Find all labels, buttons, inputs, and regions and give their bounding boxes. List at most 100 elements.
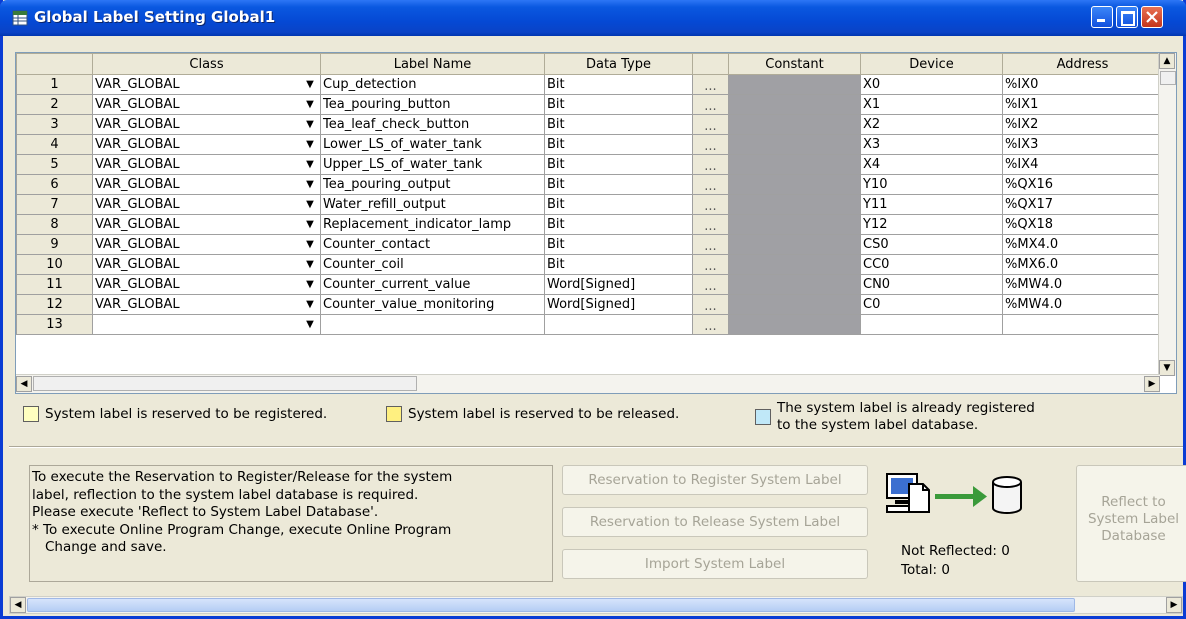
table-row[interactable]: 12 VAR_GLOBAL ▼ Counter_value_monitoring Wor… (16, 294, 1163, 315)
data-type-cell[interactable]: Bit (544, 174, 693, 195)
constant-cell[interactable] (728, 194, 861, 215)
label-name-cell[interactable]: Lower_LS_of_water_tank (320, 134, 545, 155)
data-type-select-button[interactable]: ... (692, 194, 729, 215)
constant-cell[interactable] (728, 314, 861, 335)
minimize-button[interactable] (1091, 6, 1113, 28)
data-type-cell[interactable]: Bit (544, 74, 693, 95)
data-type-cell[interactable]: Word[Signed] (544, 294, 693, 315)
device-cell[interactable]: Y11 (860, 194, 1003, 215)
import-system-label-button[interactable]: Import System Label (562, 549, 868, 579)
reflect-to-database-button[interactable]: Reflect to System Label Database (1076, 465, 1186, 582)
class-cell[interactable]: VAR_GLOBAL ▼ (92, 94, 321, 115)
grid-horizontal-scrollbar[interactable]: ◀ ▶ (16, 374, 1160, 393)
dropdown-arrow-icon[interactable]: ▼ (302, 296, 318, 313)
constant-cell[interactable] (728, 234, 861, 255)
table-row[interactable]: 4 VAR_GLOBAL ▼ Lower_LS_of_water_tank Bit...… (16, 134, 1163, 155)
data-type-cell[interactable]: Bit (544, 234, 693, 255)
table-row[interactable]: 7 VAR_GLOBAL ▼ Water_refill_output Bit... Y11… (16, 194, 1163, 215)
column-header-class[interactable]: Class (92, 53, 321, 75)
table-row[interactable]: 6 VAR_GLOBAL ▼ Tea_pouring_output Bit... Y10%… (16, 174, 1163, 195)
data-type-cell[interactable] (544, 314, 693, 335)
dropdown-arrow-icon[interactable]: ▼ (302, 256, 318, 273)
grid-scroll-thumb[interactable] (33, 376, 417, 391)
class-cell[interactable]: VAR_GLOBAL ▼ (92, 134, 321, 155)
constant-cell[interactable] (728, 294, 861, 315)
device-cell[interactable] (860, 314, 1003, 335)
data-type-cell[interactable]: Bit (544, 154, 693, 175)
class-cell[interactable]: VAR_GLOBAL ▼ (92, 254, 321, 275)
label-name-cell[interactable] (320, 314, 545, 335)
class-cell[interactable]: VAR_GLOBAL ▼ (92, 114, 321, 135)
title-bar[interactable]: Global Label Setting Global1 (0, 0, 1186, 36)
data-type-cell[interactable]: Bit (544, 214, 693, 235)
constant-cell[interactable] (728, 274, 861, 295)
constant-cell[interactable] (728, 254, 861, 275)
address-cell[interactable]: %QX16 (1002, 174, 1163, 195)
data-type-select-button[interactable]: ... (692, 274, 729, 295)
table-row[interactable]: 3 VAR_GLOBAL ▼ Tea_leaf_check_button Bit... X… (16, 114, 1163, 135)
data-type-select-button[interactable]: ... (692, 134, 729, 155)
class-cell[interactable]: VAR_GLOBAL ▼ (92, 174, 321, 195)
column-header-data-type[interactable]: Data Type (544, 53, 693, 75)
label-name-cell[interactable]: Tea_pouring_button (320, 94, 545, 115)
reserve-register-button[interactable]: Reservation to Register System Label (562, 465, 868, 495)
address-cell[interactable]: %MX4.0 (1002, 234, 1163, 255)
dropdown-arrow-icon[interactable]: ▼ (302, 236, 318, 253)
dropdown-arrow-icon[interactable]: ▼ (302, 176, 318, 193)
device-cell[interactable]: Y10 (860, 174, 1003, 195)
address-cell[interactable] (1002, 314, 1163, 335)
table-row[interactable]: 10 VAR_GLOBAL ▼ Counter_coil Bit... CC0 %MX6.0 (16, 254, 1163, 275)
label-name-cell[interactable]: Counter_value_monitoring (320, 294, 545, 315)
data-type-select-button[interactable]: ... (692, 74, 729, 95)
table-row[interactable]: 11 VAR_GLOBAL ▼ Counter_current_value Word[S… (16, 274, 1163, 295)
window-scroll-left-icon[interactable]: ◀ (10, 597, 26, 613)
class-cell[interactable]: VAR_GLOBAL ▼ (92, 234, 321, 255)
column-header-address[interactable]: Address (1002, 53, 1163, 75)
class-cell[interactable]: VAR_GLOBAL ▼ (92, 194, 321, 215)
table-row[interactable]: 2 VAR_GLOBAL ▼ Tea_pouring_button Bit... X1 %I… (16, 94, 1163, 115)
address-cell[interactable]: %MX6.0 (1002, 254, 1163, 275)
data-type-select-button[interactable]: ... (692, 294, 729, 315)
constant-cell[interactable] (728, 74, 861, 95)
scroll-down-icon[interactable]: ▼ (1159, 360, 1175, 376)
data-type-cell[interactable]: Bit (544, 254, 693, 275)
dropdown-arrow-icon[interactable]: ▼ (302, 196, 318, 213)
address-cell[interactable]: %IX1 (1002, 94, 1163, 115)
table-row[interactable]: 8 VAR_GLOBAL ▼ Replacement_indicator_lamp Bi… (16, 214, 1163, 235)
address-cell[interactable]: %QX18 (1002, 214, 1163, 235)
dropdown-arrow-icon[interactable]: ▼ (302, 136, 318, 153)
data-type-cell[interactable]: Bit (544, 94, 693, 115)
class-cell[interactable]: ▼ (92, 314, 321, 335)
address-cell[interactable]: %QX17 (1002, 194, 1163, 215)
address-cell[interactable]: %IX0 (1002, 74, 1163, 95)
constant-cell[interactable] (728, 154, 861, 175)
scroll-left-icon[interactable]: ◀ (16, 376, 32, 392)
label-name-cell[interactable]: Tea_leaf_check_button (320, 114, 545, 135)
device-cell[interactable]: CN0 (860, 274, 1003, 295)
table-row[interactable]: 9 VAR_GLOBAL ▼ Counter_contact Bit... CS0 %MX4… (16, 234, 1163, 255)
class-cell[interactable]: VAR_GLOBAL ▼ (92, 274, 321, 295)
device-cell[interactable]: X2 (860, 114, 1003, 135)
class-cell[interactable]: VAR_GLOBAL ▼ (92, 294, 321, 315)
constant-cell[interactable] (728, 134, 861, 155)
data-type-select-button[interactable]: ... (692, 314, 729, 335)
maximize-button[interactable] (1116, 6, 1138, 28)
label-name-cell[interactable]: Tea_pouring_output (320, 174, 545, 195)
label-name-cell[interactable]: Counter_contact (320, 234, 545, 255)
class-cell[interactable]: VAR_GLOBAL ▼ (92, 214, 321, 235)
window-horizontal-scrollbar[interactable]: ◀ ▶ (9, 596, 1183, 614)
data-type-cell[interactable]: Word[Signed] (544, 274, 693, 295)
data-type-cell[interactable]: Bit (544, 194, 693, 215)
label-name-cell[interactable]: Upper_LS_of_water_tank (320, 154, 545, 175)
class-cell[interactable]: VAR_GLOBAL ▼ (92, 154, 321, 175)
label-name-cell[interactable]: Replacement_indicator_lamp (320, 214, 545, 235)
data-type-select-button[interactable]: ... (692, 94, 729, 115)
address-cell[interactable]: %IX2 (1002, 114, 1163, 135)
column-header-label-name[interactable]: Label Name (320, 53, 545, 75)
label-name-cell[interactable]: Counter_coil (320, 254, 545, 275)
close-button[interactable] (1141, 6, 1163, 28)
dropdown-arrow-icon[interactable]: ▼ (302, 76, 318, 93)
dropdown-arrow-icon[interactable]: ▼ (302, 216, 318, 233)
reserve-release-button[interactable]: Reservation to Release System Label (562, 507, 868, 537)
data-type-select-button[interactable]: ... (692, 214, 729, 235)
